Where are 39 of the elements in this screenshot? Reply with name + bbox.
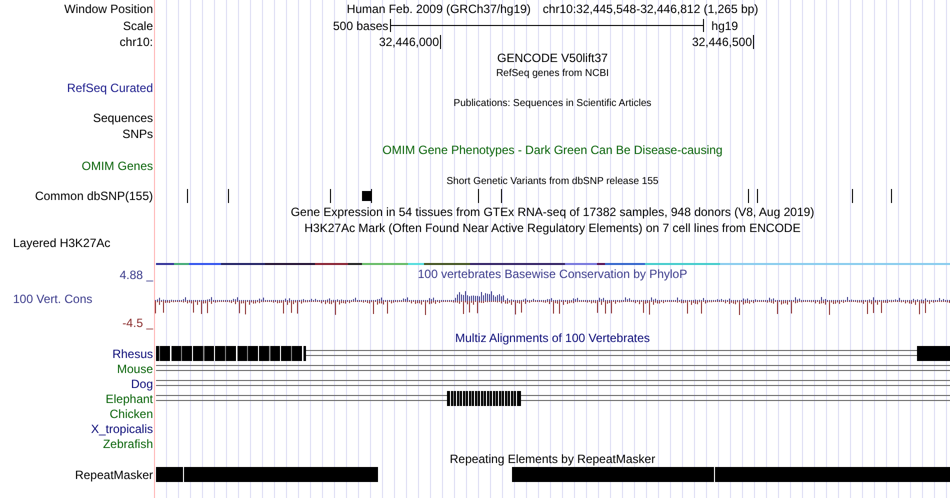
track-title: Multiz Alignments of 100 Vertebrates [455, 330, 650, 347]
alignment-block [917, 346, 950, 361]
track-label[interactable]: OMIM Genes [82, 159, 153, 173]
track-label[interactable]: Sequences [92, 111, 153, 125]
assembly-name: Human Feb. 2009 (GRCh37/hg19) [346, 0, 531, 18]
ruler-tick-label: 32,446,500 [692, 34, 752, 51]
track-label[interactable]: RepeatMasker [74, 468, 153, 482]
axis-max-label: 4.88 _ [120, 268, 153, 282]
track-title: Repeating Elements by RepeatMasker [450, 451, 656, 468]
track-label[interactable]: Zebrafish [102, 436, 153, 450]
assembly-label: hg19 [711, 18, 738, 34]
track-label[interactable]: Rhesus [112, 346, 153, 360]
track-label[interactable]: Layered H3K27Ac [13, 236, 110, 250]
ruler-tick [753, 35, 754, 49]
track-label[interactable]: X_tropicalis [90, 422, 153, 436]
axis-min-label: -4.5 _ [122, 316, 153, 330]
track-subtitle: Publications: Sequences in Scientific Articles [454, 96, 652, 110]
track-label[interactable]: RefSeq Curated [66, 81, 153, 95]
track-title: Gene Expression in 54 tissues from GTEx RNA-seq of 17382 samples, 948 donors (V8, Aug 2019) [290, 204, 814, 221]
scale-text: 500 bases [333, 18, 388, 34]
position-text: chr10:32,445,548-32,446,812 (1,265 bp) [542, 0, 758, 18]
track-label[interactable]: Window Position [64, 2, 153, 16]
track-label[interactable]: Scale [122, 18, 153, 32]
track-title: OMIM Gene Phenotypes - Dark Green Can Be Disease-causing [382, 142, 723, 159]
track-label[interactable]: Dog [130, 376, 153, 390]
track-label[interactable]: SNPs [122, 127, 153, 141]
ruler-tick [440, 35, 441, 49]
track-subtitle: Short Genetic Variants from dbSNP release 155 [446, 174, 658, 188]
track-title: H3K27Ac Mark (Often Found Near Active Regulatory Elements) on 7 cell lines from ENCODE [304, 220, 801, 237]
track-title: 100 vertebrates Basewise Conservation by PhyloP [418, 268, 688, 280]
track-label[interactable]: Chicken [110, 406, 153, 420]
track-label[interactable]: chr10: [120, 35, 153, 49]
track-label[interactable]: 100 Vert. Cons [13, 292, 153, 306]
track-label[interactable]: Elephant [106, 392, 153, 406]
track-subtitle: RefSeq genes from NCBI [496, 66, 609, 80]
ruler-tick-label: 32,446,000 [378, 34, 439, 51]
track-label[interactable]: Common dbSNP(155) [34, 189, 153, 203]
track-label[interactable]: Mouse [116, 362, 153, 376]
track-title: GENCODE V50lift37 [497, 50, 608, 67]
